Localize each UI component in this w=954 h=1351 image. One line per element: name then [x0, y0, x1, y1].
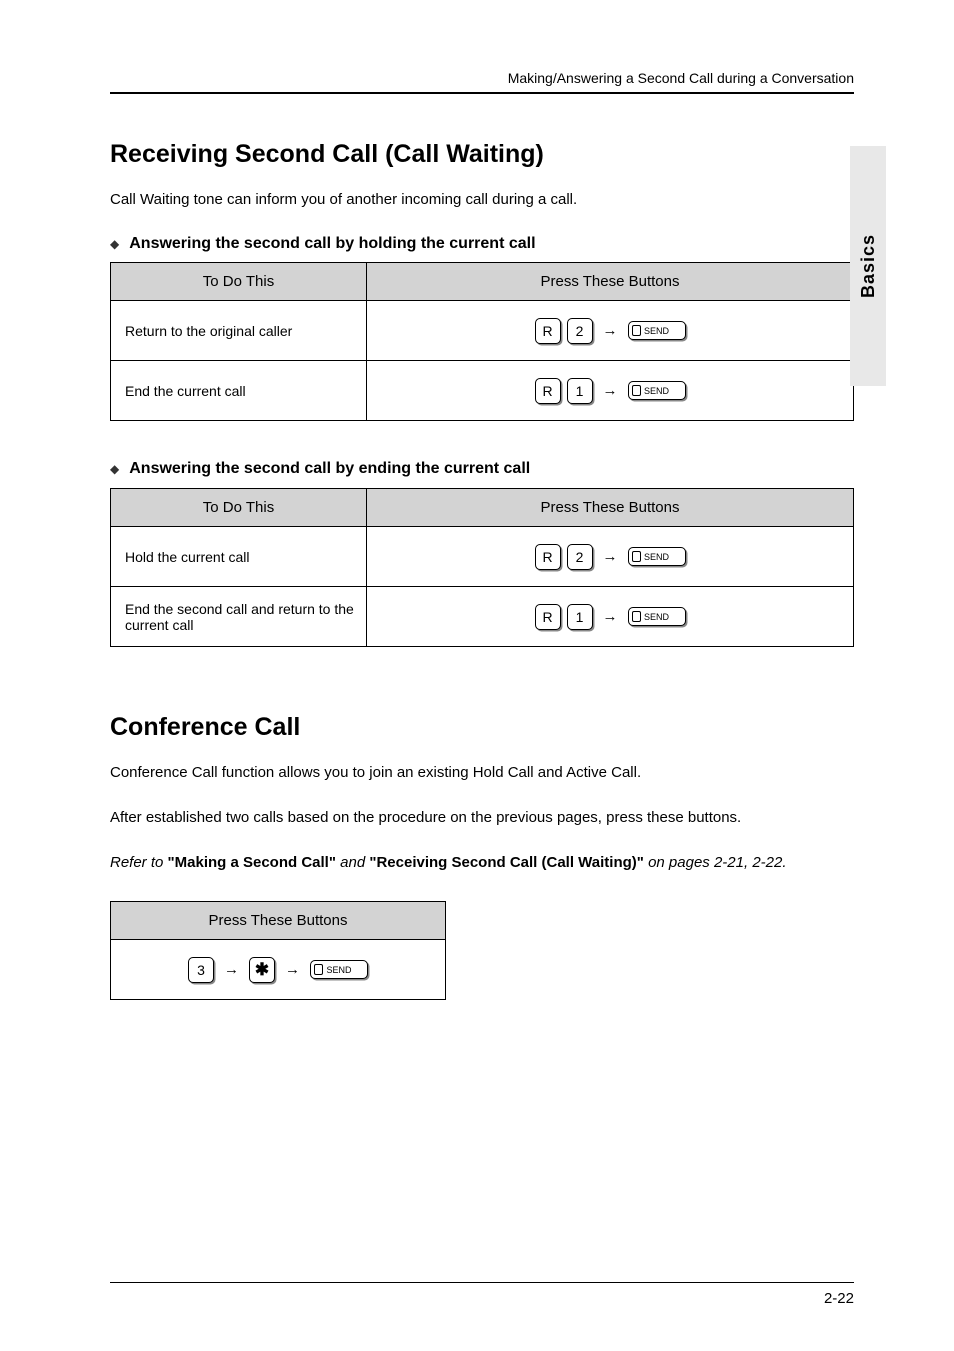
action-label: Hold the current call — [111, 527, 367, 587]
table-row: Hold the current call R 2 → SEND — [111, 527, 854, 587]
button-sequence: R 1 → SEND — [367, 361, 854, 421]
arrow-icon: → — [603, 322, 618, 339]
key-3: 3 — [188, 957, 214, 983]
col-header-action: To Do This — [111, 489, 367, 527]
button-sequence: R 1 → SEND — [367, 587, 854, 647]
subheading-end-current: ◆ Answering the second call by ending th… — [110, 459, 854, 480]
arrow-icon: → — [224, 961, 239, 978]
col-header-buttons: Press These Buttons — [367, 489, 854, 527]
col-header-buttons: Press These Buttons — [111, 902, 446, 940]
arrow-icon: → — [285, 961, 300, 978]
side-tab-basics: Basics — [850, 146, 886, 386]
header-rule — [110, 92, 854, 94]
table-row: End the current call R 1 → SEND — [111, 361, 854, 421]
footer-rule — [110, 1282, 854, 1283]
section3-lead: Conference Call function allows you to j… — [110, 762, 854, 785]
key-r: R — [535, 318, 561, 344]
table-end-current: To Do This Press These Buttons Hold the … — [110, 488, 854, 647]
key-send: SEND — [310, 960, 368, 979]
table-hold-current: To Do This Press These Buttons Return to… — [110, 262, 854, 421]
key-r: R — [535, 604, 561, 630]
key-star: ✱ — [249, 957, 275, 983]
arrow-icon: → — [603, 382, 618, 399]
key-send: SEND — [628, 547, 686, 566]
table-row: End the second call and return to the cu… — [111, 587, 854, 647]
diamond-icon: ◆ — [110, 462, 119, 478]
arrow-icon: → — [603, 608, 618, 625]
subheading-text: Answering the second call by holding the… — [129, 234, 535, 255]
subheading-hold-current: ◆ Answering the second call by holding t… — [110, 234, 854, 255]
key-2: 2 — [567, 318, 593, 344]
section3-reference: Refer to "Making a Second Call" and "Rec… — [110, 851, 854, 875]
key-send: SEND — [628, 381, 686, 400]
running-header: Making/Answering a Second Call during a … — [110, 70, 854, 86]
action-label: End the second call and return to the cu… — [111, 587, 367, 647]
subheading-text: Answering the second call by ending the … — [129, 459, 530, 480]
button-sequence: 3 → ✱ → SEND — [111, 940, 446, 1000]
col-header-action: To Do This — [111, 263, 367, 301]
key-r: R — [535, 544, 561, 570]
col-header-buttons: Press These Buttons — [367, 263, 854, 301]
diamond-icon: ◆ — [110, 237, 119, 253]
key-r: R — [535, 378, 561, 404]
section3-body: After established two calls based on the… — [110, 807, 854, 830]
key-2: 2 — [567, 544, 593, 570]
button-sequence: R 2 → SEND — [367, 301, 854, 361]
action-label: End the current call — [111, 361, 367, 421]
table-row: 3 → ✱ → SEND — [111, 940, 446, 1000]
table-row: Return to the original caller R 2 → SEND — [111, 301, 854, 361]
key-1: 1 — [567, 604, 593, 630]
action-label: Return to the original caller — [111, 301, 367, 361]
side-tab-label: Basics — [858, 234, 879, 298]
button-sequence: R 2 → SEND — [367, 527, 854, 587]
section1-lead: Call Waiting tone can inform you of anot… — [110, 189, 854, 212]
section-title-conference: Conference Call — [110, 713, 854, 742]
arrow-icon: → — [603, 548, 618, 565]
key-1: 1 — [567, 378, 593, 404]
key-send: SEND — [628, 607, 686, 626]
key-send: SEND — [628, 321, 686, 340]
section-title-call-waiting: Receiving Second Call (Call Waiting) — [110, 140, 854, 169]
table-conference: Press These Buttons 3 → ✱ → SEND — [110, 901, 446, 1000]
page-number: 2-22 — [824, 1290, 854, 1307]
